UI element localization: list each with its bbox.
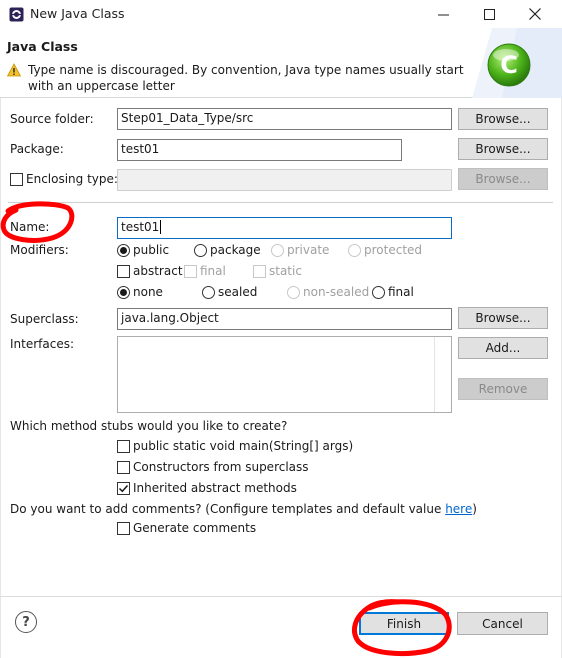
modifier-protected-radio[interactable] (348, 244, 361, 257)
method-stubs-question: Which method stubs would you like to cre… (10, 419, 288, 433)
interfaces-scrollbar[interactable] (434, 337, 451, 412)
warning-message: Type name is discouraged. By convention,… (28, 63, 464, 93)
superclass-browse-button[interactable]: Browse... (458, 307, 548, 329)
name-label: Name: (10, 220, 50, 234)
stub-inherited-checkbox[interactable] (117, 482, 130, 495)
logo-letter: C (500, 51, 518, 79)
sealing-none-radio[interactable] (117, 286, 130, 299)
sealing-sealed-radio[interactable] (202, 286, 215, 299)
interfaces-label: Interfaces: (10, 337, 75, 351)
modifier-private-radio[interactable] (271, 244, 284, 257)
enclosing-type-checkbox[interactable] (10, 173, 23, 186)
superclass-field[interactable]: java.lang.Object (117, 308, 452, 330)
maximize-button[interactable] (466, 0, 512, 28)
window-title: New Java Class (30, 6, 125, 21)
stub-constructors-checkbox[interactable] (117, 461, 130, 474)
sealing-final-radio[interactable] (372, 286, 385, 299)
generate-comments-label: Generate comments (133, 521, 257, 535)
separator (8, 202, 553, 203)
maximize-icon (483, 8, 495, 20)
interfaces-list[interactable] (117, 336, 452, 413)
comments-question: Do you want to add comments? (Configure … (10, 502, 477, 516)
enclosing-type-field[interactable] (117, 169, 452, 191)
modifier-protected-label: protected (364, 243, 423, 257)
sealing-sealed-label: sealed (218, 285, 258, 299)
stub-main-label: public static void main(String[] args) (133, 439, 354, 453)
enclosing-type-label: Enclosing type: (26, 172, 118, 186)
modifier-public-radio[interactable] (117, 244, 130, 257)
sealing-none-label: none (133, 285, 163, 299)
minimize-button[interactable] (420, 0, 466, 28)
modifier-private-label: private (287, 243, 330, 257)
modifier-abstract-checkbox[interactable] (117, 265, 130, 278)
modifier-public-label: public (133, 243, 170, 257)
modifier-final-label: final (200, 264, 226, 278)
package-label: Package: (10, 142, 64, 156)
eclipse-app-icon (9, 7, 24, 22)
interfaces-add-button[interactable]: Add... (458, 337, 548, 359)
source-folder-field[interactable]: Step01_Data_Type/src (117, 108, 452, 130)
stub-constructors-label: Constructors from superclass (133, 460, 309, 474)
modifier-package-label: package (210, 243, 261, 257)
close-icon (529, 8, 541, 20)
modifier-package-radio[interactable] (194, 244, 207, 257)
name-field[interactable]: test01 (117, 217, 452, 239)
finish-button[interactable]: Finish (359, 612, 449, 635)
help-icon[interactable]: ? (15, 611, 37, 633)
sealing-non-sealed-radio[interactable] (287, 286, 300, 299)
modifiers-label: Modifiers: (10, 243, 69, 257)
superclass-label: Superclass: (10, 312, 79, 326)
checkmark-icon (118, 484, 129, 493)
configure-templates-link[interactable]: here (445, 502, 472, 516)
package-browse-button[interactable]: Browse... (458, 138, 548, 160)
close-button[interactable] (512, 0, 558, 28)
wizard-header: Java Class Type name is discouraged. By … (0, 28, 562, 98)
source-folder-label: Source folder: (10, 112, 94, 126)
modifier-final-checkbox[interactable] (184, 265, 197, 278)
stub-main-checkbox[interactable] (117, 440, 130, 453)
source-folder-browse-button[interactable]: Browse... (458, 108, 548, 130)
footer-separator (0, 596, 562, 597)
warning-icon (7, 63, 21, 77)
package-field[interactable]: test01 (117, 139, 402, 161)
minimize-icon (437, 14, 449, 15)
wizard-title: Java Class (7, 39, 78, 54)
modifier-abstract-label: abstract (133, 264, 183, 278)
comments-question-text: Do you want to add comments? (Configure … (10, 502, 446, 516)
text-cursor (160, 220, 162, 234)
title-bar: New Java Class (0, 0, 562, 28)
stub-inherited-label: Inherited abstract methods (133, 481, 297, 495)
comments-question-suffix: ) (472, 502, 477, 516)
generate-comments-checkbox[interactable] (117, 522, 130, 535)
name-value: test01 (121, 220, 160, 234)
sealing-non-sealed-label: non-sealed (303, 285, 370, 299)
cancel-button[interactable]: Cancel (457, 612, 548, 635)
enclosing-type-browse-button[interactable]: Browse... (458, 168, 548, 190)
interfaces-remove-button[interactable]: Remove (458, 378, 548, 400)
sealing-final-label: final (388, 285, 414, 299)
java-class-wizard-icon: C (487, 43, 531, 87)
modifier-static-checkbox[interactable] (253, 265, 266, 278)
modifier-static-label: static (269, 264, 302, 278)
